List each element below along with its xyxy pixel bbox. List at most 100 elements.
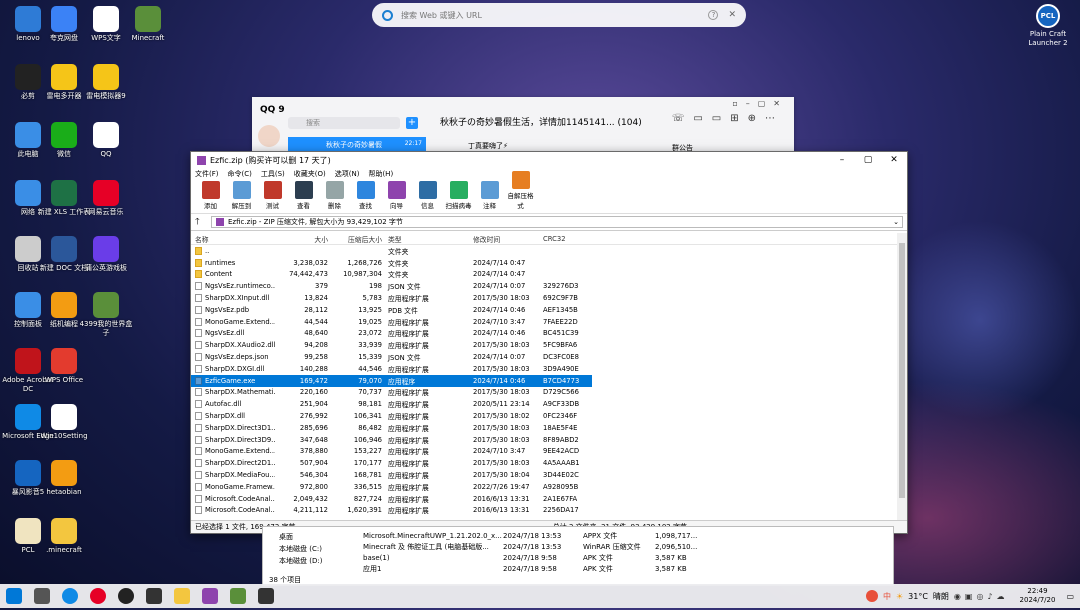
col-type-header[interactable]: 类型 bbox=[386, 234, 471, 244]
table-row[interactable]: SharpDX.Mathemati... 220,160 70,737 应用程序扩展 2… bbox=[191, 387, 898, 399]
table-row[interactable]: SharpDX.Direct3D9... 347,648 106,946 应用程序扩展… bbox=[191, 434, 898, 446]
toolbar-button[interactable]: 信息 bbox=[412, 181, 443, 210]
qq-window-controls[interactable]: ▫–▢✕ bbox=[732, 99, 788, 108]
toolbar-button[interactable]: 向导 bbox=[381, 181, 412, 210]
maximize-button[interactable]: ▢ bbox=[855, 155, 881, 165]
taskbar-pcl-icon[interactable] bbox=[258, 588, 274, 604]
desktop-icon[interactable]: QQ bbox=[78, 122, 134, 159]
address-field[interactable]: Ezfic.zip - ZIP 压缩文件, 解包大小为 93,429,102 字… bbox=[211, 216, 903, 228]
explorer-nav-item[interactable]: 本地磁盘 (C:) bbox=[279, 543, 322, 555]
table-row[interactable]: MonoGame.Framew... 972,800 336,515 应用程序扩展 20… bbox=[191, 481, 898, 493]
menu-item[interactable]: 帮助(H) bbox=[368, 169, 393, 179]
winrar-titlebar[interactable]: Ezfic.zip (购买许可以删 17 天了) – ▢ ✕ bbox=[191, 152, 907, 168]
winrar-window[interactable]: Ezfic.zip (购买许可以删 17 天了) – ▢ ✕ 文件(F) 命令(C… bbox=[190, 151, 908, 534]
toolbar-button[interactable]: 扫描病毒 bbox=[443, 181, 474, 210]
table-row[interactable]: SharpDX.XAudio2.dll 94,208 33,939 应用程序扩展 201… bbox=[191, 339, 898, 351]
tray-icons[interactable]: ◉▣◎♪☁ bbox=[954, 592, 1009, 601]
desktop-icon[interactable]: WPS Office bbox=[36, 348, 92, 385]
table-row[interactable]: NgsVsEz.pdb 28,112 13,925 PDB 文件 2024/7/14 0… bbox=[191, 304, 898, 316]
list-item[interactable]: Microsoft.MinecraftUWP_1.21.202.0_x... 20… bbox=[363, 531, 715, 542]
toolbar-button[interactable]: 自解压格式 bbox=[505, 171, 536, 210]
taskbar-shield-icon[interactable] bbox=[146, 588, 162, 604]
explorer-nav-item[interactable]: 本地磁盘 (D:) bbox=[279, 555, 322, 567]
col-modified-header[interactable]: 修改时间 bbox=[471, 234, 541, 244]
taskbar-qq-icon[interactable] bbox=[118, 588, 134, 604]
table-row[interactable]: NgsVsEz.runtimeco... 379 198 JSON 文件 2024/7/… bbox=[191, 280, 898, 292]
explorer-nav-item[interactable]: 桌面 bbox=[279, 531, 322, 543]
desktop-icon-pcl[interactable]: PCL Plain Craft Launcher 2 bbox=[1022, 4, 1074, 48]
table-row[interactable]: SharpDX.Direct3D1... 285,696 86,482 应用程序扩展 2… bbox=[191, 422, 898, 434]
qq-window[interactable]: QQ 9 搜索 + 秋秋子の奇妙暑假 22:17 秋秋子の奇妙暑假生活，详情加11… bbox=[252, 97, 794, 153]
desktop-icon[interactable]: 雷电模拟器9 bbox=[78, 64, 134, 101]
menu-item[interactable]: 工具(S) bbox=[261, 169, 285, 179]
desktop-icon[interactable]: Minecraft bbox=[120, 6, 176, 43]
menu-item[interactable]: 收藏夹(O) bbox=[294, 169, 326, 179]
desktop-icon[interactable]: 4399我的世界盒子 bbox=[78, 292, 134, 338]
ime-label[interactable]: 中 bbox=[883, 591, 891, 602]
web-search-bar[interactable]: 搜索 Web 或键入 URL ? ✕ bbox=[372, 3, 746, 27]
table-row[interactable]: NgsVsEz.deps.json 99,258 15,339 JSON 文件 2024… bbox=[191, 351, 898, 363]
table-row[interactable]: NgsVsEz.dll 48,640 23,072 应用程序扩展 2024/7/14 0… bbox=[191, 328, 898, 340]
col-crc-header[interactable]: CRC32 bbox=[541, 235, 591, 243]
table-row[interactable]: SharpDX.XInput.dll 13,824 5,783 应用程序扩展 2017/… bbox=[191, 292, 898, 304]
menu-item[interactable]: 命令(C) bbox=[228, 169, 252, 179]
temperature[interactable]: 31°C bbox=[908, 592, 928, 601]
sogou-ime-icon[interactable] bbox=[865, 590, 878, 602]
up-arrow-icon[interactable]: 🡑 bbox=[195, 214, 211, 230]
list-item[interactable]: Minecraft 及 佈腔证工具 (电脑基础版... 2024/7/18 13:… bbox=[363, 542, 715, 553]
taskbar-netease-icon[interactable] bbox=[90, 588, 106, 604]
minimize-button[interactable]: – bbox=[829, 155, 855, 165]
table-row[interactable]: Microsoft.CodeAnal... 4,211,112 1,620,391 应… bbox=[191, 505, 898, 517]
table-row[interactable]: SharpDX.dll 276,992 106,341 应用程序扩展 2017/5/30… bbox=[191, 410, 898, 422]
table-row[interactable]: Autofac.dll 251,904 98,181 应用程序扩展 2020/5/11 … bbox=[191, 398, 898, 410]
toolbar-button[interactable]: 测试 bbox=[257, 181, 288, 210]
toolbar-button[interactable]: 删除 bbox=[319, 181, 350, 210]
desktop-icon[interactable]: Win10Setting bbox=[36, 404, 92, 441]
table-row[interactable]: Content 74,442,473 10,987,304 文件夹 2024/7/14 … bbox=[191, 269, 898, 281]
file-explorer-window[interactable]: 桌面 本地磁盘 (C:) 本地磁盘 (D:) 38 个项目 Microsoft.Mi… bbox=[262, 526, 894, 586]
table-row[interactable]: SharpDX.Direct2D1... 507,904 170,177 应用程序扩展… bbox=[191, 457, 898, 469]
table-row[interactable]: Microsoft.CodeAnal... 2,049,432 827,724 应用程… bbox=[191, 493, 898, 505]
help-icon[interactable]: ? bbox=[708, 10, 719, 20]
col-size-header[interactable]: 大小 bbox=[275, 234, 330, 244]
qq-chat-toolbar[interactable]: ☏▭▭⊞⊕⋯ bbox=[672, 113, 784, 124]
list-item[interactable]: 应用1 2024/7/18 9:58 APK 文件 3,587 KB bbox=[363, 564, 715, 575]
table-row[interactable]: SharpDX.MediaFou... 546,304 168,781 应用程序扩展 2… bbox=[191, 469, 898, 481]
toolbar-button[interactable]: 查找 bbox=[350, 181, 381, 210]
windows-start-icon[interactable] bbox=[6, 588, 22, 604]
desktop-icon[interactable]: 网易云音乐 bbox=[78, 180, 134, 217]
col-packed-header[interactable]: 压缩后大小 bbox=[330, 234, 386, 244]
clock[interactable]: 22:49 2024/7/20 bbox=[1020, 587, 1056, 605]
chevron-down-icon[interactable]: ⌄ bbox=[893, 218, 899, 226]
task-view-icon[interactable] bbox=[34, 588, 50, 604]
menu-item[interactable]: 选项(N) bbox=[335, 169, 360, 179]
taskbar-folder-icon[interactable] bbox=[174, 588, 190, 604]
list-item[interactable]: base(1) 2024/7/18 9:58 APK 文件 3,587 KB bbox=[363, 553, 715, 564]
notification-icon[interactable]: ▭ bbox=[1066, 592, 1074, 601]
taskbar-winrar-icon[interactable] bbox=[202, 588, 218, 604]
toolbar-button[interactable]: 解压到 bbox=[226, 181, 257, 210]
scroll-thumb[interactable] bbox=[899, 243, 905, 498]
toolbar-button[interactable]: 添加 bbox=[195, 181, 226, 210]
taskbar-minecraft-icon[interactable] bbox=[230, 588, 246, 604]
table-row[interactable]: runtimes 3,238,032 1,268,726 文件夹 2024/7/14 0… bbox=[191, 257, 898, 269]
col-name-header[interactable]: 名称 bbox=[191, 234, 275, 244]
toolbar-button[interactable]: 注释 bbox=[474, 181, 505, 210]
table-row[interactable]: EzficGame.exe 169,472 79,070 应用程序 2024/7/14 … bbox=[191, 374, 592, 387]
close-button[interactable]: ✕ bbox=[881, 155, 907, 165]
desktop-icon[interactable]: 蒲公英游戏板 bbox=[78, 236, 134, 273]
table-row[interactable]: MonoGame.Extend... 44,544 19,025 应用程序扩展 2024… bbox=[191, 316, 898, 328]
desktop-icon[interactable]: hetaobian bbox=[36, 460, 92, 497]
desktop-icon[interactable]: .minecraft bbox=[36, 518, 92, 555]
qq-avatar[interactable] bbox=[258, 125, 280, 147]
table-row[interactable]: SharpDX.DXGI.dll 140,288 44,546 应用程序扩展 2017/… bbox=[191, 363, 898, 375]
weather-text[interactable]: 晴朗 bbox=[933, 591, 949, 602]
table-row[interactable]: MonoGame.Extend... 378,880 153,227 应用程序扩展 20… bbox=[191, 446, 898, 458]
qq-add-button[interactable]: + bbox=[406, 117, 418, 129]
vertical-scrollbar[interactable] bbox=[897, 233, 907, 520]
table-row[interactable]: .. 文件夹 bbox=[191, 245, 898, 257]
qq-search-input[interactable]: 搜索 bbox=[288, 117, 400, 129]
taskbar-edge-icon[interactable] bbox=[62, 588, 78, 604]
menu-item[interactable]: 文件(F) bbox=[195, 169, 219, 179]
toolbar-button[interactable]: 查看 bbox=[288, 181, 319, 210]
